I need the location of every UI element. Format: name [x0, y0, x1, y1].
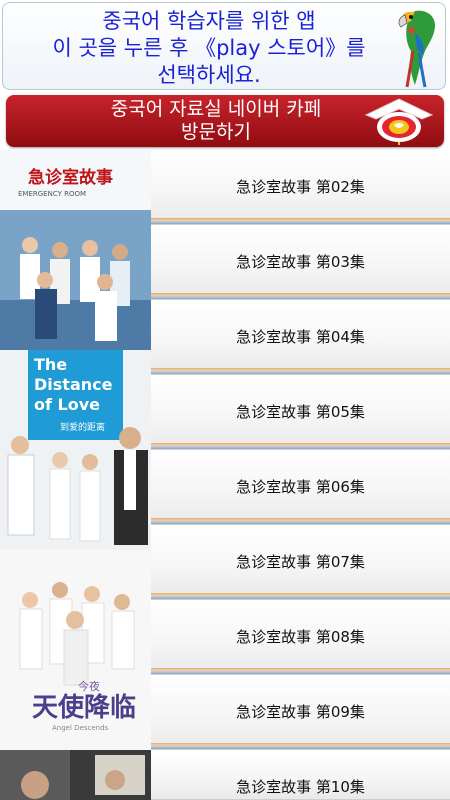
- app-promo-banner[interactable]: 중국어 학습자를 위한 앱 이 곳을 누른 후 《play 스토어》를 선택하세…: [2, 2, 446, 90]
- distance-of-love-poster[interactable]: The Distance of Love 到爱的距离: [0, 350, 151, 550]
- episode-title: 急诊室故事 第09集: [236, 703, 365, 721]
- app-promo-line-3: 선택하세요.: [157, 63, 261, 87]
- app-promo-line-2: 이 곳을 누른 후 《play 스토어》를: [52, 36, 366, 60]
- episode-title: 急诊室故事 第03集: [236, 253, 365, 271]
- row-divider: [151, 518, 450, 524]
- episode-row-03[interactable]: 急诊室故事 第03集: [151, 225, 450, 300]
- row-divider: [151, 743, 450, 749]
- svg-text:天使降临: 天使降临: [32, 692, 136, 723]
- episode-list: 急诊室故事 EMERGENCY ROOM The Distance of Lov…: [0, 150, 450, 800]
- episode-row-08[interactable]: 急诊室故事 第08集: [151, 600, 450, 675]
- episode-title: 急诊室故事 第07集: [236, 553, 365, 571]
- episode-title: 急诊室故事 第08集: [236, 628, 365, 646]
- app-promo-line-1: 중국어 학습자를 위한 앱: [102, 9, 316, 33]
- angel-descends-poster[interactable]: 今夜 天使降临 Angel Descends: [0, 550, 151, 750]
- episode-row-04[interactable]: 急诊室故事 第04集: [151, 300, 450, 375]
- svg-text:Distance: Distance: [34, 375, 113, 394]
- episode-title: 急诊室故事 第05集: [236, 403, 365, 421]
- naver-cafe-banner[interactable]: 중국어 자료실 네이버 카페 방문하기: [6, 95, 444, 147]
- episode-row-05[interactable]: 急诊室故事 第05集: [151, 375, 450, 450]
- row-divider: [151, 668, 450, 674]
- row-divider: [151, 218, 450, 224]
- cafe-banner-text: 중국어 자료실 네이버 카페 방문하기: [66, 98, 366, 144]
- episode-title: 急诊室故事 第02集: [236, 178, 365, 196]
- episode-row-06[interactable]: 急诊室故事 第06集: [151, 450, 450, 525]
- episode-row-02[interactable]: 急诊室故事 第02集: [151, 150, 450, 225]
- episode-title: 急诊室故事 第04集: [236, 328, 365, 346]
- cafe-banner-line-1: 중국어 자료실 네이버 카페: [110, 98, 322, 120]
- parrot-icon: [398, 10, 435, 88]
- app-promo-text: 중국어 학습자를 위한 앱 이 곳을 누른 후 《play 스토어》를 선택하세…: [23, 8, 395, 89]
- episode-title: 急诊室故事 第06集: [236, 478, 365, 496]
- episode-row-07[interactable]: 急诊室故事 第07集: [151, 525, 450, 600]
- svg-text:The: The: [34, 355, 67, 374]
- svg-text:Angel Descends: Angel Descends: [52, 724, 109, 732]
- drama-poster-partial[interactable]: [0, 750, 151, 800]
- episode-row-10[interactable]: 急诊室故事 第10集: [151, 750, 450, 800]
- emergency-room-poster[interactable]: 急诊室故事 EMERGENCY ROOM: [0, 150, 151, 350]
- svg-text:EMERGENCY ROOM: EMERGENCY ROOM: [18, 190, 86, 198]
- row-divider: [151, 293, 450, 299]
- svg-text:到爱的距离: 到爱的距离: [60, 421, 105, 433]
- row-divider: [151, 368, 450, 374]
- svg-text:of Love: of Love: [34, 395, 100, 414]
- lantern-icon: [364, 98, 434, 145]
- episode-row-09[interactable]: 急诊室故事 第09集: [151, 675, 450, 750]
- episode-title: 急诊室故事 第10集: [236, 778, 365, 796]
- cafe-banner-line-2: 방문하기: [181, 121, 251, 143]
- svg-text:急诊室故事: 急诊室故事: [28, 167, 113, 188]
- svg-text:今夜: 今夜: [78, 679, 100, 693]
- row-divider: [151, 593, 450, 599]
- row-divider: [151, 443, 450, 449]
